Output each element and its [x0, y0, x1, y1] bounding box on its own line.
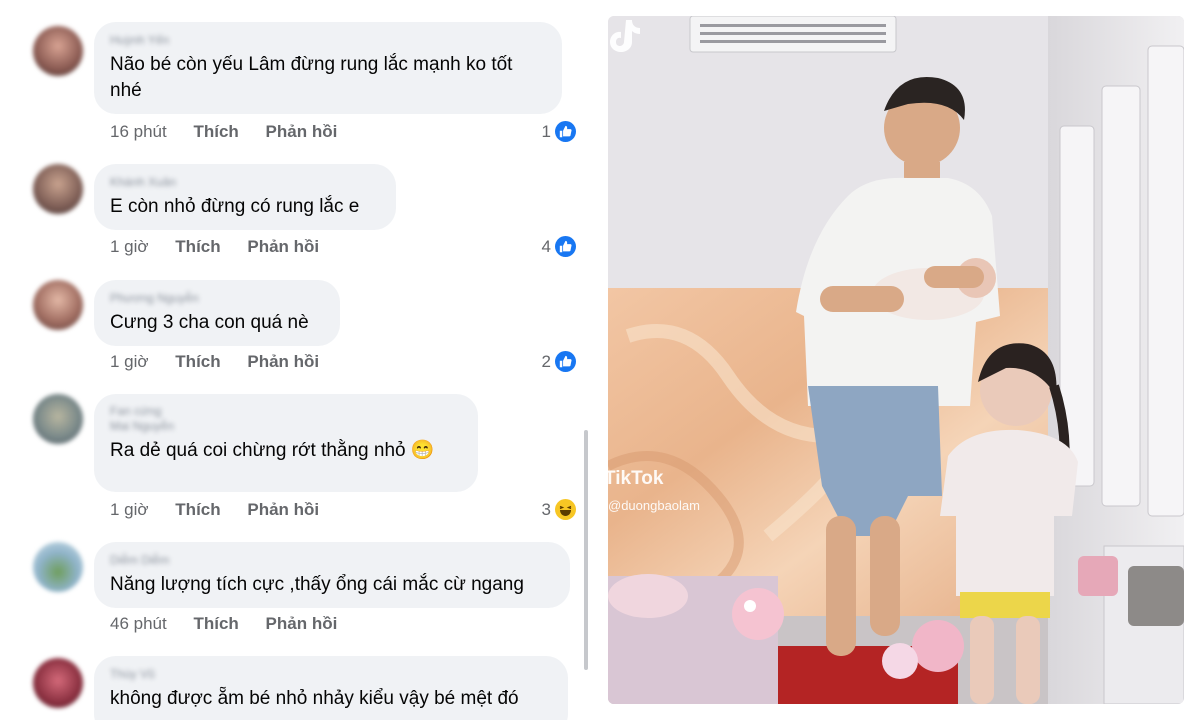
video-frame[interactable]: TikTok @duongbaolam — [608, 16, 1184, 704]
avatar[interactable] — [33, 26, 83, 76]
watermark-brand: TikTok — [608, 468, 664, 489]
reaction-summary[interactable]: 2 — [542, 351, 576, 372]
reaction-summary[interactable]: 4 — [542, 236, 576, 257]
comment-text: Năng lượng tích cực ,thấy ổng cái mắc cừ… — [110, 574, 524, 595]
comment-bubble: Diễm Diễm Năng lượng tích cực ,thấy ổng … — [94, 542, 570, 608]
comment-meta: 1 giờ Thích Phản hồi — [110, 352, 341, 372]
tiktok-icon — [610, 20, 640, 52]
like-button[interactable]: Thích — [175, 500, 220, 519]
reaction-summary[interactable]: 3 — [542, 499, 576, 520]
reply-button[interactable]: Phản hồi — [247, 500, 319, 519]
like-button[interactable]: Thích — [193, 122, 238, 141]
comment-text: E còn nhỏ đừng có rung lắc e — [110, 196, 360, 217]
like-button[interactable]: Thích — [175, 352, 220, 371]
comment-author[interactable]: Khánh Xuân — [110, 174, 380, 190]
reaction-count: 2 — [541, 351, 551, 371]
badge: Fan cứng — [110, 404, 162, 418]
reply-button[interactable]: Phản hồi — [266, 614, 338, 633]
comment-text: không được ẵm bé nhỏ nhảy kiểu vậy bé mệ… — [110, 688, 519, 709]
comment-bubble: Huỳnh Yến Não bé còn yếu Lâm đừng rung l… — [94, 22, 562, 114]
comment-bubble: Thùy Vũ không được ẵm bé nhỏ nhảy kiểu v… — [94, 656, 568, 720]
comment-author[interactable]: Phương Nguyễn — [110, 290, 324, 306]
comment-time[interactable]: 1 giờ — [110, 237, 149, 256]
avatar[interactable] — [33, 280, 83, 330]
reply-button[interactable]: Phản hồi — [266, 122, 338, 141]
avatar[interactable] — [33, 658, 83, 708]
comment-text: Ra dẻ quá coi chừng rớt thằng nhỏ 😁 — [110, 440, 435, 461]
comment-meta: 1 giờ Thích Phản hồi — [110, 500, 341, 520]
reaction-count: 1 — [541, 121, 551, 141]
comment-text: Não bé còn yếu Lâm đừng rung lắc mạnh ko… — [110, 54, 513, 101]
comment-time[interactable]: 1 giờ — [110, 352, 149, 371]
comment-author[interactable]: Thùy Vũ — [110, 666, 552, 682]
reaction-count: 4 — [541, 236, 551, 256]
like-button[interactable]: Thích — [175, 237, 220, 256]
comment-bubble: Phương Nguyễn Cưng 3 cha con quá nè — [94, 280, 340, 346]
comment-bubble: Fan cứng Mai Nguyễn Ra dẻ quá coi chừng … — [94, 394, 478, 492]
comment-meta: 46 phút Thích Phản hồi — [110, 614, 359, 634]
reply-button[interactable]: Phản hồi — [247, 352, 319, 371]
comment-time[interactable]: 16 phút — [110, 122, 167, 141]
comment-time[interactable]: 1 giờ — [110, 500, 149, 519]
reply-button[interactable]: Phản hồi — [247, 237, 319, 256]
like-icon — [555, 351, 576, 372]
avatar[interactable] — [33, 542, 83, 592]
comment-meta: 16 phút Thích Phản hồi — [110, 122, 359, 142]
comment-meta: 1 giờ Thích Phản hồi — [110, 237, 341, 257]
haha-icon — [555, 499, 576, 520]
like-button[interactable]: Thích — [193, 614, 238, 633]
avatar[interactable] — [33, 164, 83, 214]
watermark-handle: @duongbaolam — [608, 498, 700, 513]
comment-time[interactable]: 46 phút — [110, 614, 167, 633]
comment-author[interactable]: Diễm Diễm — [110, 552, 554, 568]
like-icon — [555, 121, 576, 142]
video-scene — [608, 16, 1184, 704]
like-icon — [555, 236, 576, 257]
reaction-count: 3 — [541, 499, 551, 519]
avatar[interactable] — [33, 394, 83, 444]
comments-panel: Huỳnh Yến Não bé còn yếu Lâm đừng rung l… — [0, 0, 596, 720]
comment-text: Cưng 3 cha con quá nè — [110, 312, 309, 333]
scrollbar[interactable] — [584, 430, 588, 670]
comment-author[interactable]: Huỳnh Yến — [110, 32, 546, 48]
reaction-summary[interactable]: 1 — [542, 121, 576, 142]
comment-author[interactable]: Mai Nguyễn — [110, 418, 462, 434]
comment-bubble: Khánh Xuân E còn nhỏ đừng có rung lắc e — [94, 164, 396, 230]
